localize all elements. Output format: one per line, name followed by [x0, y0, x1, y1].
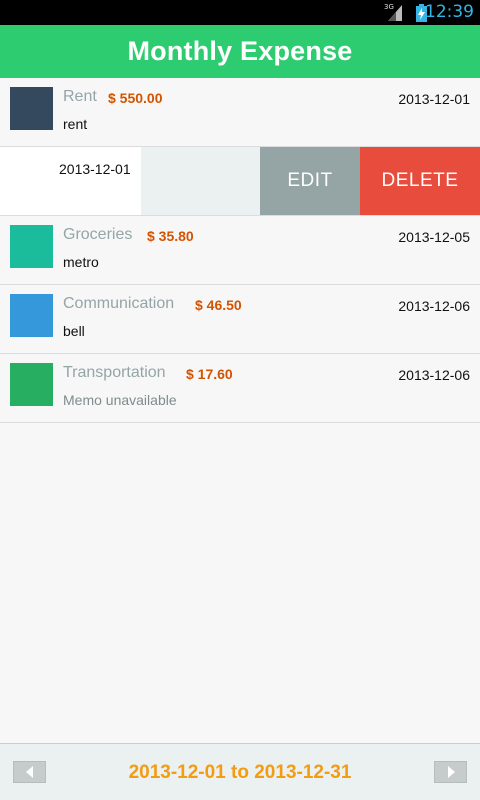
category-color-swatch: [10, 87, 53, 130]
expense-row-communication[interactable]: Communication $ 46.50 2013-12-06 bell: [0, 285, 480, 354]
amount-label: $ 46.50: [195, 297, 242, 313]
expense-row-swiped[interactable]: 2013-12-01 EDIT DELETE: [0, 147, 480, 216]
next-month-button[interactable]: [434, 761, 467, 783]
category-label: Transportation: [63, 364, 166, 381]
memo-label: rent: [63, 116, 88, 132]
date-label: 2013-12-01: [398, 91, 470, 107]
category-color-swatch: [10, 225, 53, 268]
date-range-footer: 2013-12-01 to 2013-12-31: [0, 743, 480, 800]
delete-button[interactable]: DELETE: [360, 147, 480, 215]
expense-row-transportation[interactable]: Transportation $ 17.60 2013-12-06 Memo u…: [0, 354, 480, 423]
amount-label: $ 550.00: [108, 90, 163, 106]
arrow-right-icon: [447, 766, 455, 778]
arrow-left-icon: [25, 766, 33, 778]
date-range-label: 2013-12-01 to 2013-12-31: [128, 761, 352, 783]
memo-label: bell: [63, 323, 85, 339]
status-bar: 3G 12:39: [0, 0, 480, 25]
previous-month-button[interactable]: [13, 761, 46, 783]
expense-row-rent[interactable]: Rent $ 550.00 2013-12-01 rent: [0, 78, 480, 147]
edit-button[interactable]: EDIT: [260, 147, 360, 215]
date-label: 2013-12-06: [398, 298, 470, 314]
category-color-swatch: [10, 363, 53, 406]
network-type: 3G: [384, 3, 394, 11]
expense-row-groceries[interactable]: Groceries $ 35.80 2013-12-05 metro: [0, 216, 480, 285]
memo-label: Memo unavailable: [63, 392, 177, 408]
amount-label: $ 17.60: [186, 366, 233, 382]
status-clock: 12:39: [425, 2, 474, 22]
expense-list[interactable]: Rent $ 550.00 2013-12-01 rent 2013-12-01…: [0, 78, 480, 423]
swipe-reveal-panel: [141, 147, 260, 215]
category-label: Communication: [63, 295, 175, 312]
category-label: Rent: [63, 88, 97, 105]
category-color-swatch: [10, 294, 53, 337]
memo-label: metro: [63, 254, 99, 270]
date-label: 2013-12-06: [398, 367, 470, 383]
amount-label: $ 35.80: [147, 228, 194, 244]
title-bar: Monthly Expense: [0, 25, 480, 78]
date-label: 2013-12-01: [59, 161, 131, 177]
signal-icon: 3G: [384, 3, 404, 21]
page-title: Monthly Expense: [127, 36, 353, 66]
category-label: Groceries: [63, 226, 133, 243]
date-label: 2013-12-05: [398, 229, 470, 245]
